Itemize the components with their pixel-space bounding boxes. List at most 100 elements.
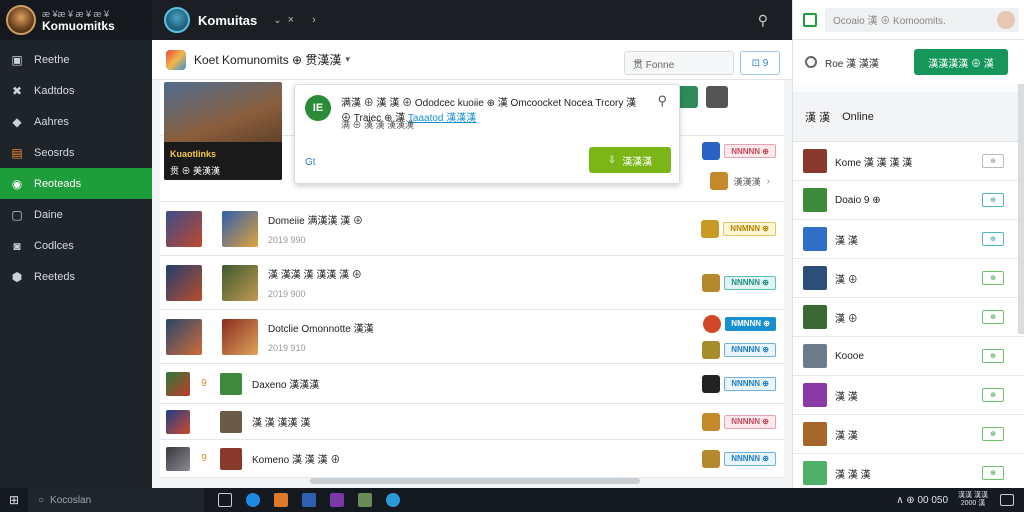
sidebar-item-0[interactable]: ▣ Reethe — [0, 44, 152, 75]
store-app-icon[interactable] — [274, 493, 288, 507]
panel-icon — [803, 12, 817, 27]
member-toggle[interactable]: ⊕ — [982, 232, 1004, 246]
taskbar-search[interactable]: ○ Kocoslan — [28, 488, 204, 512]
browser-icon[interactable] — [386, 493, 400, 507]
member-name: 漢 ⊕ — [835, 274, 858, 286]
member-toggle[interactable]: ⊕ — [982, 388, 1004, 402]
tray-icons[interactable]: ∧ ⊕ 00 050 — [896, 495, 948, 506]
table-row[interactable]: Dotclie Omonnotte 漢漢 2019 910 NMNNN ⊕ NNN… — [160, 310, 784, 364]
featured-subtitle: 贯 ⊕ 美漢漢 — [170, 166, 221, 176]
clock[interactable]: 漢漢 漢漢 2000 漢 — [958, 492, 988, 508]
game-thumbnail — [222, 210, 258, 247]
status-badge: NNNNN ⊕ — [724, 451, 776, 466]
photo-app-icon[interactable] — [358, 493, 372, 507]
word-icon[interactable] — [302, 493, 316, 507]
member-name: Koooe — [835, 350, 864, 362]
row-title: 漢 漢 漢漢 漢 — [252, 418, 311, 429]
sidebar-item-1[interactable]: ✖ Kadtdos — [0, 75, 152, 106]
member-item[interactable]: Kome 漢 漢 漢 漢 ⊕ — [793, 142, 1024, 181]
task-view-icon[interactable] — [218, 493, 232, 507]
member-toggle[interactable]: ⊕ — [982, 349, 1004, 363]
row-number: 9 — [201, 378, 207, 389]
featured-caption: Kuaotlinks 贯 ⊕ 美漢漢 — [164, 142, 282, 180]
popup-link[interactable]: Taaatod 漢漢漢 — [408, 113, 476, 124]
notification-icon[interactable] — [1000, 494, 1014, 506]
sidebar-item-3[interactable]: ▤ Seosrds — [0, 137, 152, 168]
chevron-down-icon[interactable]: ⌄ — [273, 15, 281, 26]
member-toggle[interactable]: ⊕ — [982, 466, 1004, 480]
member-item[interactable]: 漢 漢 ⊕ — [793, 220, 1024, 259]
popup-line: 满漢 ⊕ 漢 漢 ⊕ Ododcec kuoiie ⊕ 漢 Omcoocket … — [341, 98, 593, 109]
member-toggle[interactable]: ⊕ — [982, 271, 1004, 285]
radio-icon[interactable] — [805, 56, 817, 68]
member-item[interactable]: Doaio 9 ⊕ ⊕ — [793, 181, 1024, 220]
right-top: Ocoaio 漢 ⊕ Komoomits. — [793, 0, 1024, 40]
search-button[interactable]: ⊡ 9 — [740, 51, 780, 75]
member-item[interactable]: Koooe ⊕ — [793, 337, 1024, 376]
badge-icon — [702, 142, 721, 160]
member-toggle[interactable]: ⊕ — [982, 310, 1004, 324]
sidebar-item-label: Reoteads — [34, 177, 82, 190]
search-icon[interactable]: ⚲ — [657, 93, 667, 109]
member-name: 漢 漢 漢 — [835, 469, 871, 481]
sidebar-item-5[interactable]: ▢ Daine — [0, 199, 152, 230]
avatar[interactable] — [997, 10, 1015, 29]
member-toggle[interactable]: ⊕ — [982, 154, 1004, 168]
member-name: 漢 漢 — [835, 235, 858, 247]
search-input[interactable]: 贯 Fonne — [624, 51, 734, 75]
badge-icon — [702, 449, 721, 468]
search-icon: ○ — [38, 494, 45, 506]
member-toggle[interactable]: ⊕ — [982, 193, 1004, 207]
row-title: Komeno 漢 漢 漢 ⊕ — [252, 455, 341, 466]
download-button[interactable]: ⇩ 漢漢漢 — [589, 147, 671, 173]
online-prefix: 漢 漢 — [805, 111, 831, 124]
brand[interactable]: æ ¥æ ¥ æ ¥ æ ¥ Komuomitks — [0, 0, 152, 40]
online-header: 漢 漢 Online — [793, 92, 1024, 142]
table-row[interactable]: Domeiie 满漢漢 漢 ⊕ 2019 990 NNMNN ⊕ — [160, 202, 784, 256]
table-row[interactable]: 漢 漢 漢漢 漢 NNNNN ⊕ — [160, 404, 784, 440]
filter-button[interactable]: 漢漢漢漢 ⊕ 漢 — [914, 49, 1008, 75]
game-thumbnail — [166, 210, 202, 247]
sidebar-item-4[interactable]: ◉ Reoteads — [0, 168, 152, 199]
sidebar-item-label: Seosrds — [34, 146, 75, 159]
community-avatar[interactable] — [164, 7, 190, 33]
page-title: Koet Komunomits ⊕ 贯漢漢 — [194, 53, 342, 67]
app-icon[interactable] — [330, 493, 344, 507]
avatar — [803, 344, 827, 368]
sidebar-item-2[interactable]: ◆ Aahres — [0, 106, 152, 137]
bell-icon: ◆ — [12, 114, 22, 129]
sidebar-item-7[interactable]: ⬢ Reeteds — [0, 261, 152, 292]
member-item[interactable]: 漢 漢 ⊕ — [793, 376, 1024, 415]
member-name: Kome 漢 漢 漢 漢 — [835, 157, 913, 169]
arrow-right-icon[interactable]: › — [312, 14, 316, 26]
chevron-icon[interactable]: › — [767, 176, 770, 187]
table-row[interactable]: 9 Daxeno 漢漢漢 NNNNN ⊕ — [160, 364, 784, 404]
clock-date: 2000 漢 — [960, 500, 986, 507]
member-item[interactable]: 漢 ⊕ ⊕ — [793, 259, 1024, 298]
windows-start-icon[interactable]: ⊞ — [0, 488, 28, 512]
thumb[interactable] — [706, 86, 728, 108]
status-badge: NNNNN ⊕ — [724, 275, 776, 290]
sidebar-nav: ▣ Reethe ✖ Kadtdos ◆ Aahres ▤ Seosrds ◉ Reote… — [0, 44, 152, 292]
info-popup: IE 满漢 ⊕ 漢 漢 ⊕ Ododcec kuoiie ⊕ 漢 Omcoock… — [294, 84, 680, 184]
member-item[interactable]: 漢 ⊕ ⊕ — [793, 298, 1024, 337]
member-item[interactable]: 漢 漢 ⊕ — [793, 415, 1024, 454]
member-toggle[interactable]: ⊕ — [982, 427, 1004, 441]
badge-line: 漢漢漢 › — [709, 172, 770, 190]
sidebar-item-6[interactable]: ◙ Codlces — [0, 230, 152, 261]
table-row[interactable]: 9 Komeno 漢 漢 漢 ⊕ NNNNN ⊕ — [160, 440, 784, 478]
chevron-down-icon[interactable]: ▾ — [345, 54, 350, 65]
popup-gt-link[interactable]: Gt — [305, 157, 316, 168]
horizontal-scrollbar[interactable] — [310, 478, 640, 484]
popup-app-icon: IE — [305, 95, 331, 121]
search-icon[interactable]: ⚲ — [758, 12, 768, 29]
member-search-input[interactable]: Ocoaio 漢 ⊕ Komoomits. — [825, 7, 1019, 32]
vertical-scrollbar[interactable] — [1018, 84, 1024, 334]
taskbar: ⊞ ○ Kocoslan ∧ ⊕ 00 050 漢漢 漢漢 2000 漢 — [0, 488, 1024, 512]
featured-card[interactable]: Kuaotlinks 贯 ⊕ 美漢漢 — [164, 82, 282, 180]
filter-label: Roe 漢 漢漢 — [825, 58, 879, 70]
row-title: Domeiie 满漢漢 漢 ⊕ — [268, 216, 364, 227]
close-icon[interactable]: × — [288, 14, 294, 26]
table-row[interactable]: 漢 漢漢 漢 漢漢 漢 ⊕ 2019 900 NNNNN ⊕ — [160, 256, 784, 310]
edge-icon[interactable] — [246, 493, 260, 507]
